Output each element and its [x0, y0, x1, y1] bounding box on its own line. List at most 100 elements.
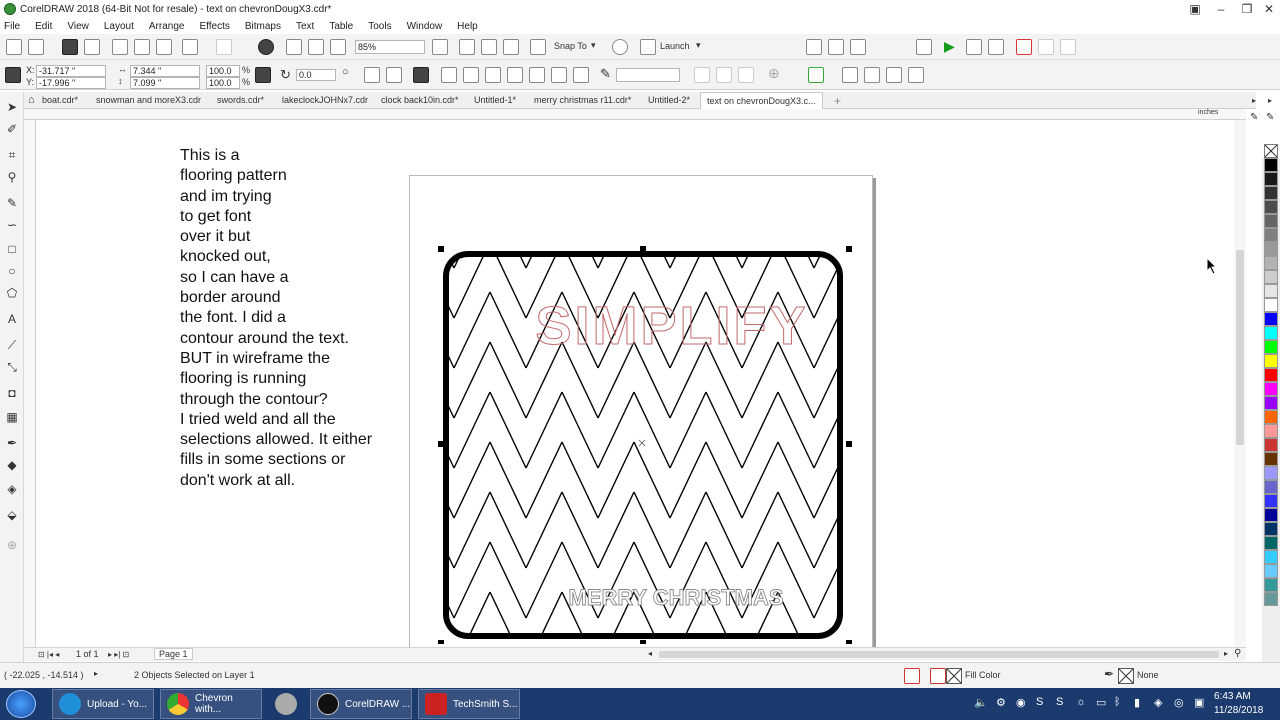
- color-swatch[interactable]: [1264, 578, 1278, 592]
- menu-arrange[interactable]: Arrange: [149, 21, 185, 32]
- print-icon[interactable]: [84, 39, 100, 55]
- color-swatch[interactable]: [1264, 480, 1278, 494]
- tray-icon[interactable]: ▣: [1194, 696, 1204, 709]
- color-swatch[interactable]: [1264, 228, 1278, 242]
- add-tool-icon[interactable]: ⊕: [5, 538, 19, 552]
- color-proofing-icon[interactable]: [904, 668, 920, 684]
- menu-window[interactable]: Window: [407, 21, 443, 32]
- pick-tool-icon[interactable]: ➤: [5, 100, 19, 114]
- selection-handle[interactable]: [640, 246, 646, 252]
- network-icon[interactable]: ▮: [1134, 696, 1140, 709]
- color-swatch[interactable]: [1264, 172, 1278, 186]
- snap-to-dropdown[interactable]: Snap To: [554, 41, 587, 51]
- menu-help[interactable]: Help: [457, 21, 478, 32]
- no-color-swatch[interactable]: [1264, 144, 1278, 158]
- redo-icon[interactable]: [216, 39, 232, 55]
- pause-icon[interactable]: [1038, 39, 1054, 55]
- launch-icon[interactable]: [640, 39, 656, 55]
- intersect-icon[interactable]: [507, 67, 523, 83]
- tab-clock-back[interactable]: clock back10in.cdr*: [381, 92, 459, 109]
- gear-icon[interactable]: [612, 39, 628, 55]
- color-swatch[interactable]: [1264, 550, 1278, 564]
- lock-ratio-icon[interactable]: [255, 67, 271, 83]
- horizontal-ruler[interactable]: inches: [24, 109, 1246, 120]
- tray-icon[interactable]: ◎: [1174, 696, 1184, 709]
- selection-handle[interactable]: [438, 441, 444, 447]
- parallel-dimension-icon[interactable]: ⟋: [5, 338, 19, 352]
- crop-tool-icon[interactable]: ⌗: [5, 148, 19, 162]
- shaping-icon[interactable]: [808, 67, 824, 83]
- scroll-tabs-icon[interactable]: ▸: [1252, 96, 1256, 105]
- tab-lakeclock[interactable]: lakeclockJOHNx7.cdr: [282, 92, 368, 109]
- add-icon[interactable]: ⊕: [768, 65, 780, 82]
- page-first-icon[interactable]: ⊡ |◂ ◂: [38, 650, 59, 659]
- merry-christmas-text[interactable]: MERRY CHRISTMAS: [568, 585, 784, 611]
- open-icon[interactable]: [28, 39, 44, 55]
- selection-handle[interactable]: [640, 640, 646, 644]
- macro-manager-icon[interactable]: [988, 39, 1004, 55]
- simplify-icon[interactable]: [529, 67, 545, 83]
- tab-boat[interactable]: boat.cdr*: [42, 92, 78, 109]
- chevron-artwork[interactable]: SIMPLIFY MERRY CHRISTMAS: [438, 244, 858, 644]
- tab-untitled-1[interactable]: Untitled-1*: [474, 92, 516, 109]
- new-document-icon[interactable]: [6, 39, 22, 55]
- restore-icon[interactable]: ▣: [1182, 0, 1208, 18]
- launch-dropdown[interactable]: Launch: [660, 41, 690, 51]
- scale-x-field[interactable]: 100.0: [206, 65, 240, 77]
- stop-recording-icon[interactable]: [1016, 39, 1032, 55]
- create-boundary-icon[interactable]: [908, 67, 924, 83]
- drawing-canvas[interactable]: This is a flooring pattern and im trying…: [36, 120, 1234, 647]
- new-tab-icon[interactable]: +: [834, 94, 841, 108]
- convert-to-curves-icon[interactable]: [842, 67, 858, 83]
- zoom-tool-icon[interactable]: ⚲: [5, 170, 19, 184]
- rectangle-tool-icon[interactable]: □: [5, 242, 19, 256]
- undo-icon[interactable]: [182, 39, 198, 55]
- rotation-field[interactable]: 0.0: [296, 69, 336, 81]
- drop-shadow-icon[interactable]: ◘: [5, 386, 19, 400]
- import-icon[interactable]: [286, 39, 302, 55]
- page-next-icon[interactable]: ▸ ▸| ⊡: [108, 650, 129, 659]
- trim-icon[interactable]: [485, 67, 501, 83]
- color-swatch[interactable]: [1264, 270, 1278, 284]
- smart-fill-icon[interactable]: ◈: [5, 482, 19, 496]
- outline-width-dropdown[interactable]: [616, 68, 680, 82]
- tab-merry-christmas[interactable]: merry christmas r11.cdr*: [534, 92, 631, 109]
- outline-options-icon[interactable]: [886, 67, 902, 83]
- tray-icon[interactable]: ▭: [1096, 696, 1106, 709]
- play-icon[interactable]: ▶: [944, 38, 955, 55]
- color-swatch[interactable]: [1264, 508, 1278, 522]
- height-field[interactable]: 7.099 ": [130, 77, 200, 89]
- expand-arrow-icon[interactable]: ▸: [94, 669, 98, 678]
- menu-layout[interactable]: Layout: [104, 21, 134, 32]
- tray-icon[interactable]: ◉: [1016, 696, 1026, 709]
- color-swatch[interactable]: [1264, 396, 1278, 410]
- selection-handle[interactable]: [438, 640, 444, 644]
- scale-y-field[interactable]: 100.0: [206, 77, 240, 89]
- horizontal-scrollbar-thumb[interactable]: [659, 651, 1219, 658]
- macro-editor-icon[interactable]: [916, 39, 932, 55]
- search-content-icon[interactable]: [258, 39, 274, 55]
- guidelines-icon[interactable]: [503, 39, 519, 55]
- color-swatch[interactable]: [1264, 284, 1278, 298]
- color-swatch[interactable]: [1264, 536, 1278, 550]
- full-screen-icon[interactable]: [432, 39, 448, 55]
- outline-swatch[interactable]: [1118, 668, 1134, 684]
- transparency-tool-icon[interactable]: ▦: [5, 410, 19, 424]
- color-swatch[interactable]: [1264, 354, 1278, 368]
- menu-file[interactable]: File: [4, 21, 20, 32]
- menu-bitmaps[interactable]: Bitmaps: [245, 21, 281, 32]
- color-swatch[interactable]: [1264, 410, 1278, 424]
- color-swatch[interactable]: [1264, 494, 1278, 508]
- group-icon[interactable]: [413, 67, 429, 83]
- annotation-text[interactable]: This is a flooring pattern and im trying…: [180, 146, 410, 491]
- tab-menu-icon[interactable]: ▸: [1268, 96, 1272, 105]
- publish-pdf-icon[interactable]: [330, 39, 346, 55]
- color-swatch[interactable]: [1264, 438, 1278, 452]
- tray-icon[interactable]: ◈: [1154, 696, 1162, 709]
- paste-icon[interactable]: [156, 39, 172, 55]
- tray-icon[interactable]: ☼: [1076, 696, 1086, 708]
- polygon-tool-icon[interactable]: ⬠: [5, 286, 19, 300]
- vertical-ruler[interactable]: [24, 120, 36, 647]
- tray-icon[interactable]: S: [1036, 696, 1043, 708]
- tab-text-on-chevron[interactable]: text on chevronDougX3.c...: [700, 92, 823, 110]
